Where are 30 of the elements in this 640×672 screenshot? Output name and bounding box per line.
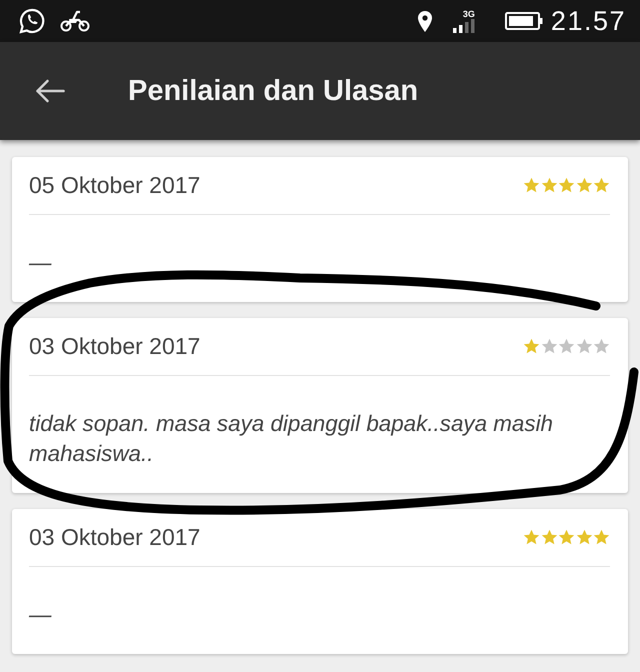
- review-comment: tidak sopan. masa saya dipanggil bapak..saya masih mahasiswa..: [29, 410, 554, 468]
- star-icon: [540, 177, 558, 194]
- star-icon: [558, 177, 575, 194]
- star-icon: [558, 338, 575, 355]
- location-pin-icon: [418, 10, 432, 32]
- star-icon: [593, 177, 610, 194]
- review-comment: —: [29, 249, 52, 277]
- review-date: 03 Oktober 2017: [29, 333, 200, 360]
- review-comment: —: [29, 601, 52, 629]
- star-icon: [576, 529, 592, 546]
- star-icon: [523, 338, 540, 355]
- signal-icon: [452, 19, 475, 33]
- star-icon: [523, 177, 540, 194]
- star-icon: [540, 529, 558, 546]
- review-date: 05 Oktober 2017: [29, 172, 200, 199]
- star-icon: [593, 338, 610, 355]
- star-icon: [576, 177, 592, 194]
- battery-icon: [504, 12, 543, 30]
- star-icon: [593, 529, 610, 546]
- star-icon: [540, 338, 558, 355]
- star-icon: [576, 338, 592, 355]
- back-icon[interactable]: [35, 79, 65, 103]
- review-date: 03 Oktober 2017: [29, 524, 200, 551]
- motorbike-icon: [60, 10, 90, 32]
- network-type-label: 3G: [462, 9, 475, 19]
- star-icon: [558, 529, 575, 546]
- chat-bubble-icon: [18, 7, 46, 35]
- screen-title: Penilaian dan Ulasan: [128, 74, 418, 108]
- star-icon: [523, 529, 540, 546]
- clock-time: 21.57: [550, 6, 626, 36]
